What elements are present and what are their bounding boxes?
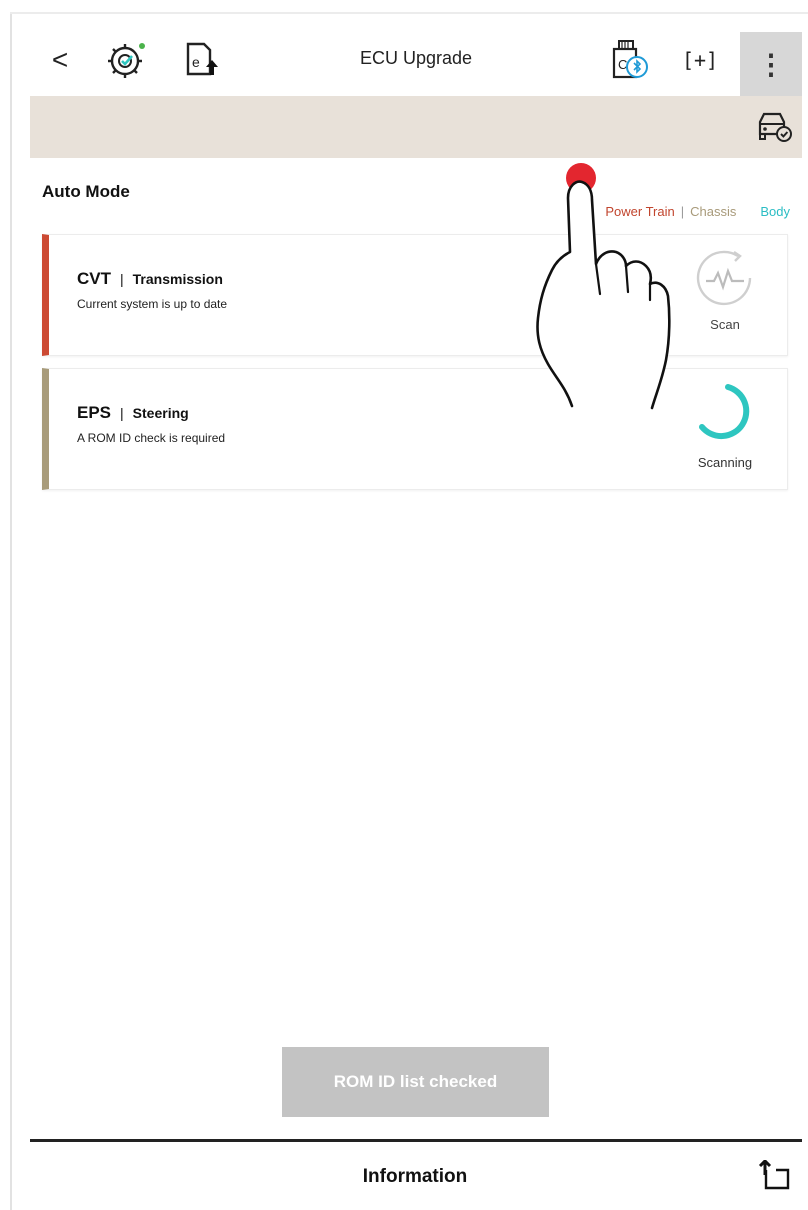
app-header: < e ECU Upgrade C [+] ⋮ — [30, 28, 802, 96]
vehicle-diagnosis-icon[interactable] — [102, 38, 152, 82]
filter-separator: | — [680, 204, 685, 219]
filter-chassis[interactable]: Chassis — [690, 204, 736, 219]
title-separator: | — [120, 271, 124, 287]
vci-bluetooth-icon[interactable]: C — [602, 36, 658, 84]
card-title: CVT | Transmission — [77, 269, 223, 289]
rom-id-list-checked-button[interactable]: ROM ID list checked — [282, 1047, 549, 1117]
system-status: Current system is up to date — [77, 297, 228, 311]
scan-label: Scan — [710, 317, 740, 332]
back-button[interactable]: < — [40, 38, 80, 82]
title-separator: | — [120, 405, 124, 421]
card-title: EPS | Steering — [77, 403, 189, 423]
system-name: Steering — [132, 405, 189, 421]
scan-button[interactable]: Scan — [685, 243, 765, 347]
pointing-hand-icon — [536, 180, 671, 410]
system-status: A ROM ID check is required — [77, 431, 226, 445]
system-code: EPS — [77, 403, 112, 422]
system-name: Transmission — [132, 271, 223, 287]
left-border — [10, 14, 12, 1210]
vehicle-info-bar — [30, 96, 802, 158]
svg-text:e: e — [192, 54, 200, 70]
ecu-upload-icon[interactable]: e — [178, 38, 226, 82]
scanning-label: Scanning — [697, 455, 753, 470]
filter-body[interactable]: Body — [760, 204, 790, 219]
svg-text:C: C — [618, 57, 627, 72]
scan-icon — [696, 250, 752, 306]
more-options-button[interactable]: ⋮ — [740, 32, 802, 96]
auto-mode-title: Auto Mode — [42, 182, 130, 201]
scanning-indicator: Scanning — [685, 377, 765, 481]
system-code: CVT — [77, 269, 111, 288]
device-screen: < e ECU Upgrade C [+] ⋮ Auto Mode Power … — [0, 0, 808, 1210]
scanning-spinner-icon — [699, 384, 750, 440]
export-icon[interactable] — [752, 1158, 792, 1194]
screen-capture-icon[interactable]: [+] — [678, 40, 722, 80]
footer-divider — [30, 1139, 802, 1142]
page-title: ECU Upgrade — [359, 48, 473, 68]
information-title[interactable]: Information — [0, 1166, 808, 1188]
top-border — [10, 12, 808, 14]
vehicle-check-icon[interactable] — [754, 110, 794, 144]
